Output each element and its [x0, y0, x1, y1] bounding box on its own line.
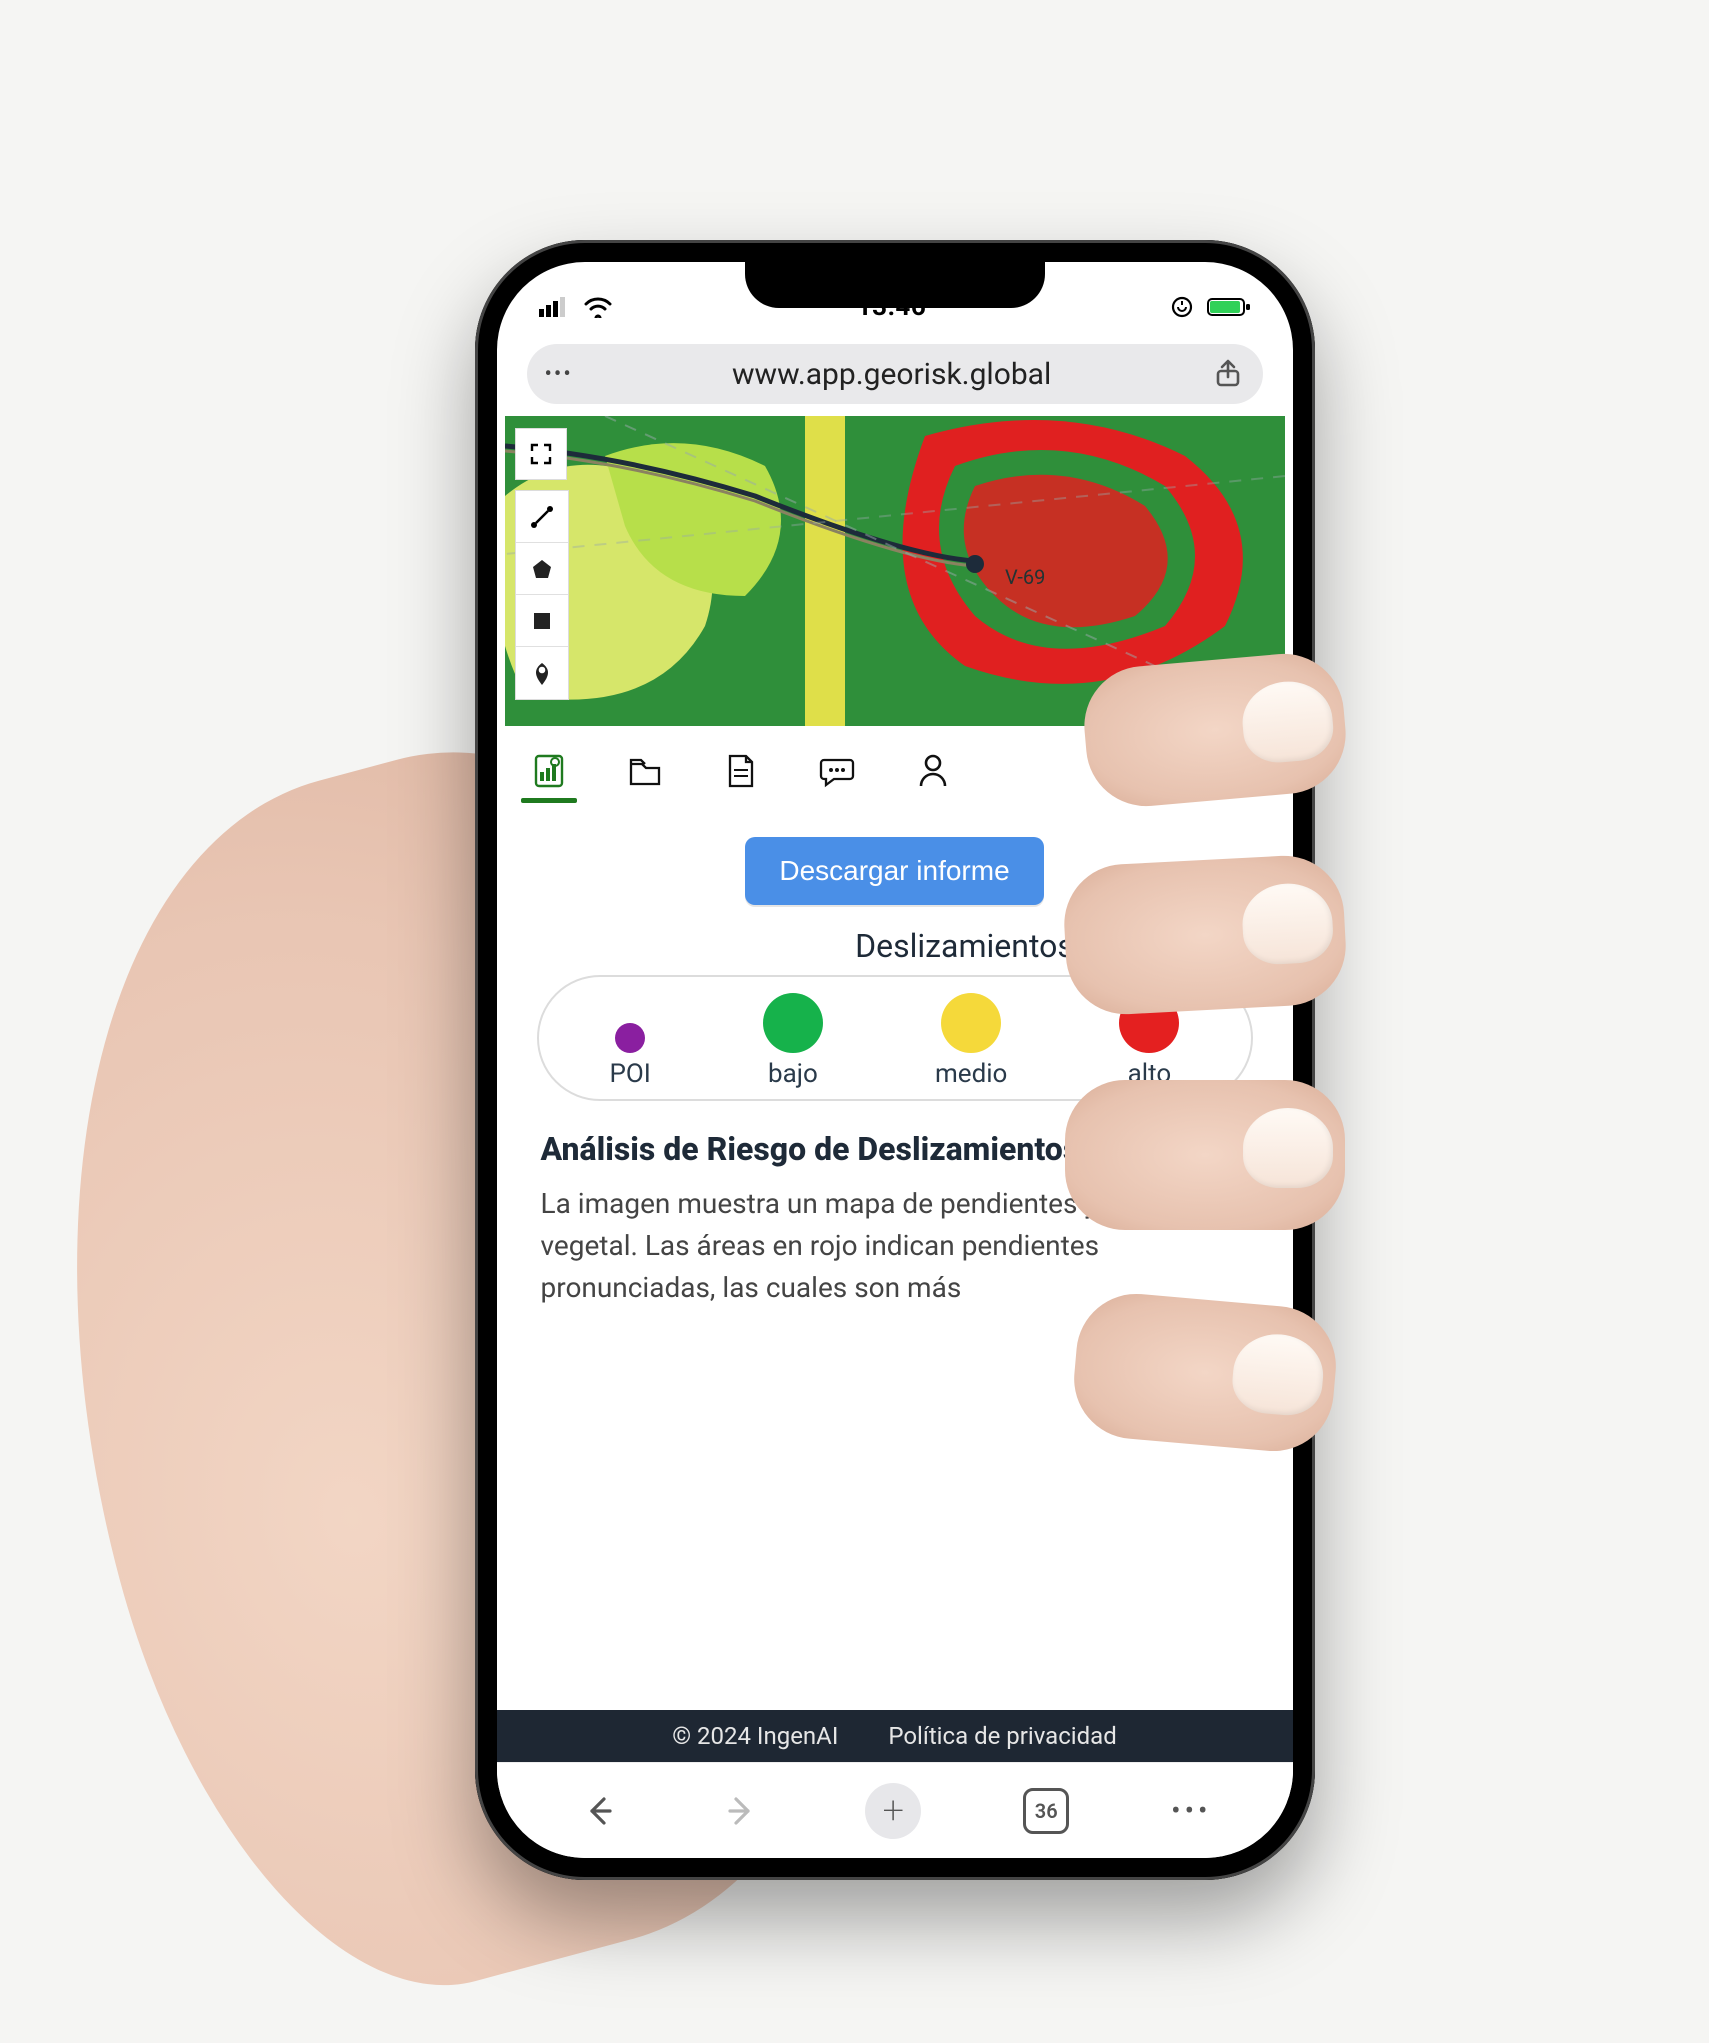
legend-label: medio — [935, 1059, 1007, 1089]
map-poi-label: V-69 — [1005, 565, 1045, 589]
browser-bottom-bar: + 36 ••• — [497, 1762, 1293, 1858]
wifi-icon — [583, 296, 613, 318]
browser-more-button[interactable]: ••• — [1171, 1794, 1211, 1827]
tab-chat[interactable] — [815, 749, 859, 793]
finger — [1079, 649, 1350, 811]
swatch-medio — [941, 993, 1001, 1053]
draw-polygon-button[interactable] — [516, 543, 568, 595]
browser-address-bar[interactable]: ••• www.app.georisk.global — [527, 344, 1263, 404]
tab-report[interactable] — [527, 749, 571, 793]
footer-copyright: © 2024 IngenAI — [672, 1722, 838, 1750]
swatch-bajo — [763, 993, 823, 1053]
phone-notch — [745, 262, 1045, 308]
tab-profile[interactable] — [911, 749, 955, 793]
url-text: www.app.georisk.global — [591, 357, 1193, 392]
legend-item-bajo: bajo — [763, 993, 823, 1089]
draw-rectangle-button[interactable] — [516, 595, 568, 647]
download-report-button[interactable]: Descargar informe — [745, 837, 1043, 905]
app-footer: © 2024 IngenAI Política de privacidad — [497, 1710, 1293, 1762]
legend-label: POI — [610, 1059, 651, 1089]
orientation-lock-icon — [1171, 296, 1193, 318]
signal-icon — [539, 297, 569, 317]
site-menu-icon[interactable]: ••• — [545, 362, 573, 387]
browser-new-tab-button[interactable]: + — [865, 1783, 921, 1839]
phone-frame: 13:46 ••• www.app.georisk.global — [475, 240, 1315, 1880]
footer-privacy-link[interactable]: Política de privacidad — [888, 1722, 1116, 1750]
finger — [1069, 1289, 1341, 1456]
browser-back-button[interactable] — [577, 1790, 619, 1832]
draw-line-button[interactable] — [516, 491, 568, 543]
browser-forward-button[interactable] — [721, 1790, 763, 1832]
draw-marker-button[interactable] — [516, 647, 568, 699]
battery-icon — [1207, 296, 1251, 318]
swatch-poi — [615, 1023, 645, 1053]
finger — [1065, 1080, 1345, 1230]
share-icon[interactable] — [1211, 357, 1245, 391]
legend-item-medio: medio — [935, 993, 1007, 1089]
tab-document[interactable] — [719, 749, 763, 793]
legend-label: bajo — [768, 1059, 818, 1089]
legend-item-poi: POI — [610, 1023, 651, 1089]
map-toolbar — [515, 428, 569, 700]
tab-files[interactable] — [623, 749, 667, 793]
fullscreen-button[interactable] — [515, 428, 567, 480]
browser-tab-count[interactable]: 36 — [1023, 1788, 1069, 1834]
finger — [1061, 853, 1348, 1017]
